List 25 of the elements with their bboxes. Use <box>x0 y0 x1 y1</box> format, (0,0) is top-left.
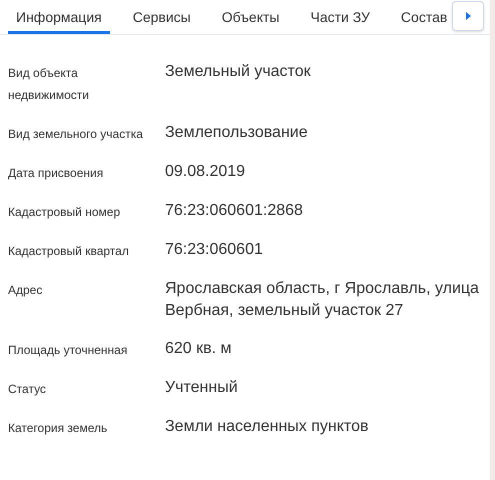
field-value: 76:23:060601 <box>165 240 264 260</box>
field-value: Земли населенных пунктов <box>165 417 370 437</box>
field-label: Вид объекта недвижимости <box>8 65 90 104</box>
field-label: Статус <box>8 381 47 398</box>
field-value: Ярославская область, г Ярославль, улица Вербная, земельный участок 27 <box>165 279 480 321</box>
field-label: Кадастровый номер <box>8 204 122 221</box>
tab[interactable]: Части ЗУ <box>302 0 378 34</box>
field-label: Дата присвоения <box>8 165 104 182</box>
scroll-right-button[interactable] <box>452 1 484 31</box>
field-value: Земельный участок <box>165 62 312 82</box>
tab[interactable]: Состав <box>392 0 456 34</box>
field-value: 09.08.2019 <box>165 162 246 182</box>
field-value: Землепользование <box>165 123 309 143</box>
tab[interactable]: Объекты <box>214 0 288 34</box>
field-label: Вид земельного участка <box>8 126 144 143</box>
field-value: 76:23:060601:2868 <box>165 201 304 221</box>
caret-right-icon <box>466 12 470 20</box>
field-label: Адрес <box>8 282 44 299</box>
field-label: Площадь уточненная <box>8 342 128 359</box>
tab[interactable]: Сервисы <box>124 0 199 34</box>
tab[interactable]: Информация <box>8 0 110 34</box>
field-label: Категория земель <box>8 420 108 437</box>
field-value: 620 кв. м <box>165 339 233 359</box>
field-value: Учтенный <box>165 378 239 398</box>
field-label: Кадастровый квартал <box>8 243 130 260</box>
